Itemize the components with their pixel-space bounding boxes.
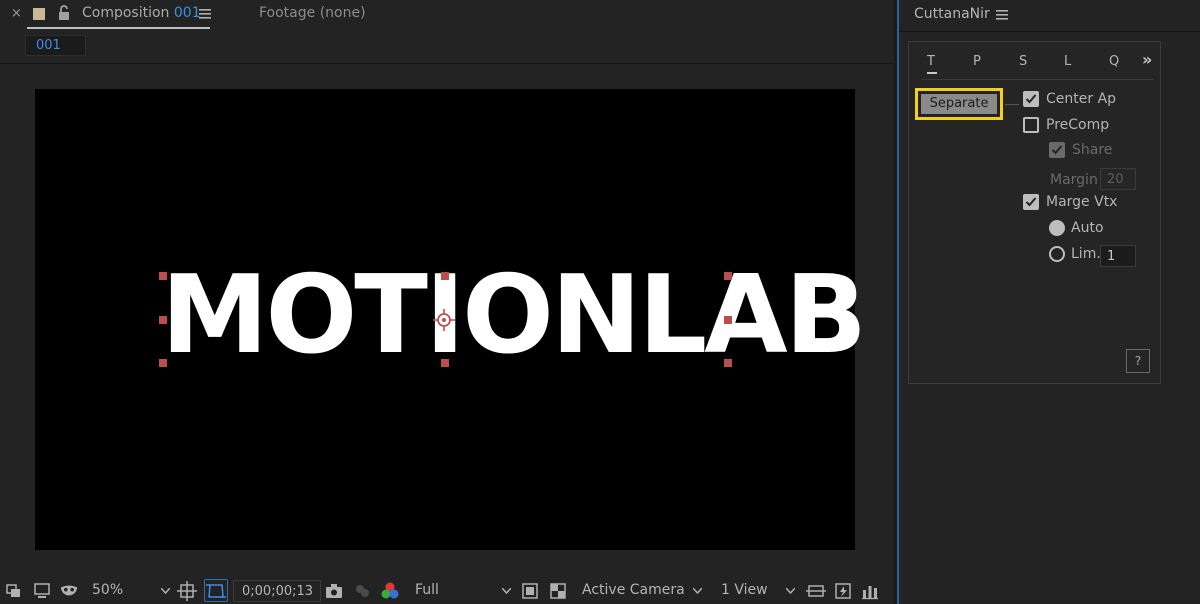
view-layout-value: 1 View — [721, 582, 768, 598]
transform-handle-bottom-left[interactable] — [159, 359, 167, 367]
cuttananir-panel-title[interactable]: CuttanaNir — [914, 6, 990, 22]
share-label: Share — [1072, 142, 1113, 158]
panel-menu-icon[interactable] — [199, 8, 211, 20]
timeline-flowchart-icon[interactable] — [860, 581, 880, 601]
composition-panel: × Composition 001 Footage (none) 001 MOT… — [0, 0, 893, 604]
resolution-value: Full — [415, 582, 439, 598]
cuttananir-panel: CuttanaNir T P S L Q » Separate Center A… — [899, 0, 1200, 604]
view-layout-dropdown[interactable]: 1 View — [715, 580, 799, 602]
button-connector-line — [1005, 104, 1019, 105]
composition-tab[interactable]: Composition 001 — [82, 5, 201, 21]
active-tab-indicator — [27, 27, 210, 29]
marge-vtx-label: Marge Vtx — [1046, 194, 1118, 210]
transform-handle-middle-right[interactable] — [724, 316, 732, 324]
transform-handle-bottom-right[interactable] — [724, 359, 732, 367]
share-checkbox[interactable] — [1049, 142, 1065, 158]
marge-vtx-checkbox[interactable] — [1023, 194, 1039, 210]
toggle-mask-path-icon[interactable] — [206, 581, 226, 601]
composition-tab-number: 001 — [173, 5, 201, 21]
toggle-pixel-aspect-icon[interactable] — [806, 581, 826, 601]
transform-handle-middle-left[interactable] — [159, 316, 167, 324]
transparency-grid-icon[interactable] — [548, 581, 568, 601]
resolution-dropdown[interactable]: Full — [409, 580, 515, 602]
transform-handle-top-center[interactable] — [441, 272, 449, 280]
viewer-toolbar: 50% 0;00;00;13 Full Active Camera 1 View — [0, 577, 893, 604]
chevron-down-icon — [786, 588, 795, 594]
panel-divider-line — [0, 63, 893, 64]
lock-icon[interactable] — [57, 5, 71, 21]
fast-previews-icon[interactable] — [833, 581, 853, 601]
composition-breadcrumb[interactable]: 001 — [25, 35, 86, 56]
panel-divider-line — [899, 31, 1200, 32]
always-preview-icon[interactable] — [5, 581, 25, 601]
checkmark-icon — [1051, 145, 1063, 155]
help-button[interactable]: ? — [1126, 349, 1150, 373]
zoom-value: 50% — [92, 582, 124, 598]
tab-s[interactable]: S — [1019, 54, 1027, 69]
precomp-checkbox[interactable] — [1023, 117, 1039, 133]
more-tabs-icon[interactable]: » — [1142, 50, 1152, 69]
checkmark-icon — [1025, 197, 1037, 207]
transform-handle-top-left[interactable] — [159, 272, 167, 280]
transform-handle-bottom-center[interactable] — [441, 359, 449, 367]
camera-view-dropdown[interactable]: Active Camera — [576, 580, 706, 602]
monitor-icon[interactable] — [32, 581, 52, 601]
anchor-point-icon[interactable] — [433, 309, 455, 331]
lim-label: Lim. — [1071, 246, 1101, 262]
tab-l[interactable]: L — [1064, 54, 1071, 69]
composition-tab-bar: × Composition 001 Footage (none) — [0, 0, 893, 30]
chevron-down-icon — [693, 588, 702, 594]
lim-radio[interactable] — [1049, 246, 1065, 262]
auto-radio[interactable] — [1049, 220, 1065, 236]
mask-visibility-icon[interactable] — [59, 581, 79, 601]
show-snapshot-icon[interactable] — [352, 581, 372, 601]
footage-tab-value: (none) — [319, 5, 366, 21]
close-tab-icon[interactable]: × — [11, 6, 22, 21]
auto-label: Auto — [1071, 220, 1104, 236]
chevron-down-icon — [161, 588, 170, 594]
panel-menu-icon[interactable] — [996, 9, 1008, 21]
camera-view-value: Active Camera — [582, 582, 685, 598]
separate-button[interactable]: Separate — [921, 94, 997, 114]
camera-snapshot-icon[interactable] — [324, 581, 344, 601]
center-ap-checkbox[interactable] — [1023, 91, 1039, 107]
zoom-dropdown[interactable]: 50% — [86, 580, 174, 602]
separate-button-highlight: Separate — [915, 88, 1003, 120]
transform-handle-top-right[interactable] — [724, 272, 732, 280]
color-channels-icon[interactable] — [380, 581, 400, 601]
cuttananir-content: T P S L Q » Separate Center Ap PreComp S… — [908, 41, 1161, 384]
resolution-grid-icon[interactable] — [177, 581, 197, 601]
composition-viewer[interactable]: MOTIONLAB — [35, 89, 867, 550]
lim-input[interactable]: 1 — [1100, 245, 1136, 267]
tab-divider-line — [922, 79, 1153, 80]
composition-tab-label: Composition — [82, 5, 170, 21]
label-color-swatch[interactable] — [33, 8, 45, 20]
footage-tab[interactable]: Footage (none) — [259, 5, 366, 21]
tab-q[interactable]: Q — [1109, 54, 1119, 69]
region-of-interest-icon[interactable] — [520, 581, 540, 601]
tab-p[interactable]: P — [973, 54, 981, 69]
current-time-display[interactable]: 0;00;00;13 — [233, 580, 321, 602]
margin-label: Margin — [1050, 172, 1098, 188]
chevron-down-icon — [502, 588, 511, 594]
tab-t[interactable]: T — [927, 54, 935, 69]
precomp-label: PreComp — [1046, 117, 1110, 133]
margin-input[interactable]: 20 — [1100, 168, 1136, 190]
footage-tab-label: Footage — [259, 5, 316, 21]
checkmark-icon — [1025, 94, 1037, 104]
center-ap-label: Center Ap — [1046, 91, 1117, 107]
active-tab-indicator — [927, 72, 937, 74]
